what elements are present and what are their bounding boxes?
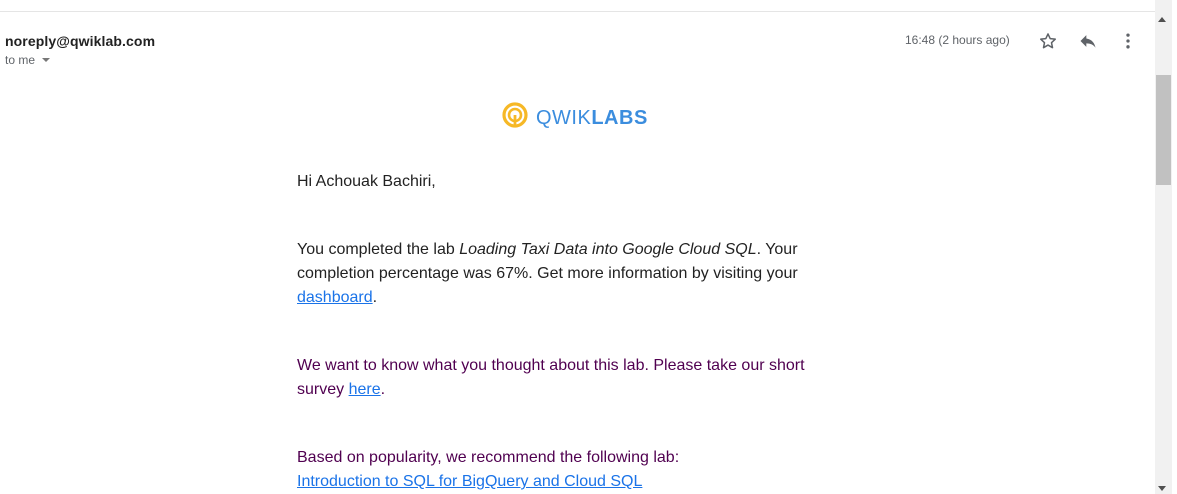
qwiklabs-logo: QWIKLABS xyxy=(502,102,648,133)
sender-address[interactable]: noreply@qwiklab.com xyxy=(5,33,155,49)
qwiklabs-logo-icon xyxy=(502,102,528,133)
more-vert-icon[interactable] xyxy=(1116,29,1140,53)
completion-paragraph: You completed the lab Loading Taxi Data … xyxy=(297,241,798,306)
chevron-down-icon[interactable] xyxy=(42,58,51,62)
recipient-toggle[interactable]: to me xyxy=(5,53,51,67)
recommended-lab-link[interactable]: Introduction to SQL for BigQuery and Clo… xyxy=(297,473,642,490)
header-divider xyxy=(0,11,1155,12)
recipient-label: to me xyxy=(5,53,36,67)
lab-title: Loading Taxi Data into Google Cloud SQL xyxy=(459,241,757,258)
star-icon[interactable] xyxy=(1036,29,1060,53)
dashboard-link[interactable]: dashboard xyxy=(297,289,373,306)
greeting-text: Hi Achouak Bachiri, xyxy=(297,173,436,190)
survey-link[interactable]: here xyxy=(349,381,381,398)
reply-icon[interactable] xyxy=(1076,29,1100,53)
scrollbar-thumb[interactable] xyxy=(1156,75,1171,185)
qwiklabs-wordmark: QWIKLABS xyxy=(536,106,648,129)
scroll-down-arrow-icon[interactable] xyxy=(1158,486,1166,491)
email-timestamp: 16:48 (2 hours ago) xyxy=(905,33,1010,47)
survey-paragraph: We want to know what you thought about t… xyxy=(297,357,805,398)
recommendation-paragraph: Based on popularity, we recommend the fo… xyxy=(297,449,680,490)
scroll-up-arrow-icon[interactable] xyxy=(1158,17,1166,22)
